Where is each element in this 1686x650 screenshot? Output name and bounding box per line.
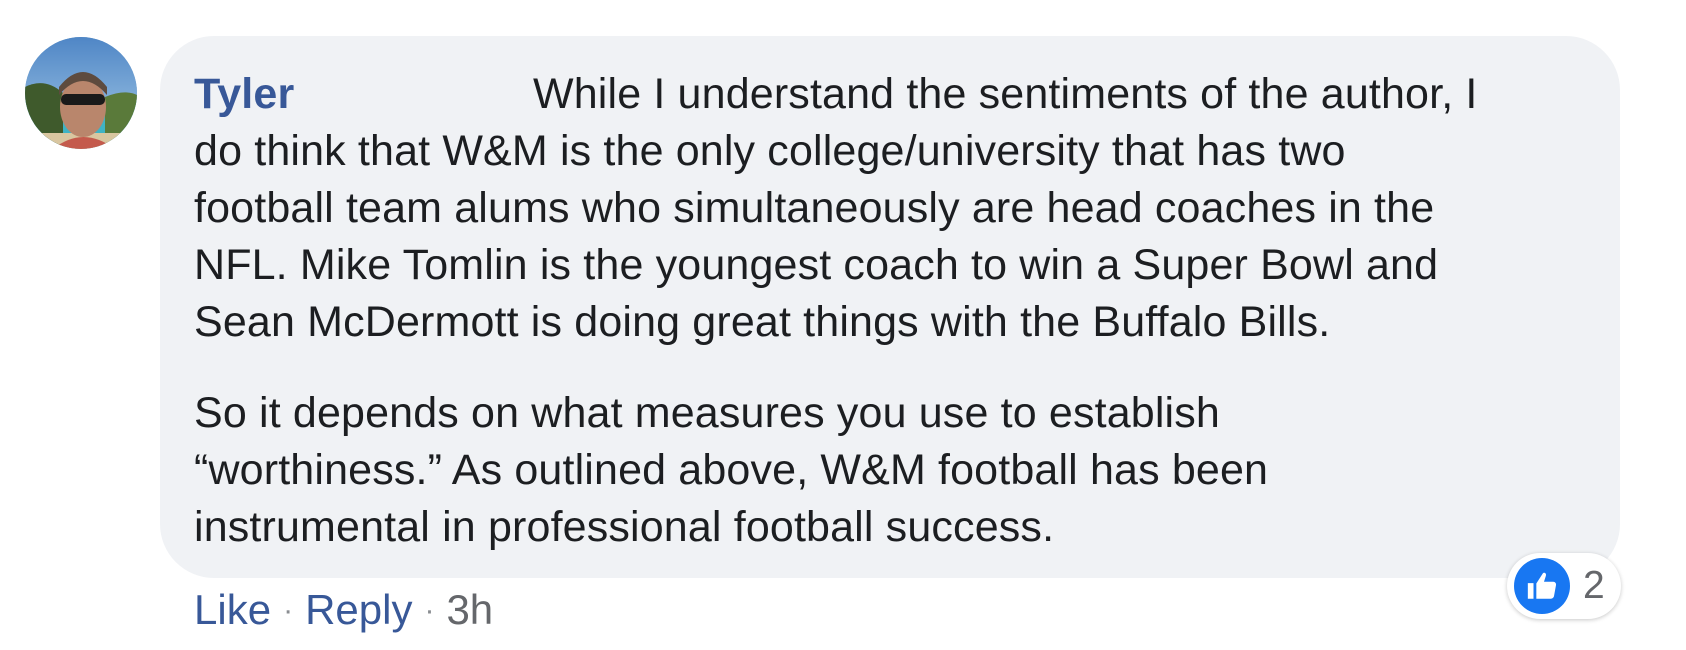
comment-actions: Like · Reply · 3h [194,584,493,637]
comment-line: “worthiness.” As outlined above, W&M foo… [194,446,1269,494]
comment-paragraph-2: So it depends on what measures you use t… [194,385,1590,556]
reply-link[interactable]: Reply [305,586,412,633]
comment-line: instrumental in professional football su… [194,503,1055,551]
comment-line: Sean McDermott is doing great things wit… [194,298,1331,346]
comment-bubble: Tyler While I understand the sentiments o… [160,36,1620,578]
separator: · [283,594,294,627]
comment-line: So it depends on what measures you use t… [194,389,1220,437]
separator: · [424,594,435,627]
reaction-summary[interactable]: 2 [1507,553,1621,619]
comment-timestamp[interactable]: 3h [446,586,493,633]
comment-line: football team alums who simultaneously a… [194,184,1435,232]
comment-paragraph-1: Tyler While I understand the sentiments o… [194,66,1590,351]
avatar-photo [25,37,137,149]
comment-line: While I understand the sentiments of the… [533,70,1478,118]
comment-line: NFL. Mike Tomlin is the youngest coach t… [194,241,1439,289]
like-link[interactable]: Like [194,586,271,633]
comment-author[interactable]: Tyler [194,66,533,123]
thumbs-up-icon [1514,558,1570,614]
comment-line: do think that W&M is the only college/un… [194,127,1346,175]
reaction-count: 2 [1583,564,1605,607]
avatar[interactable] [25,37,137,149]
